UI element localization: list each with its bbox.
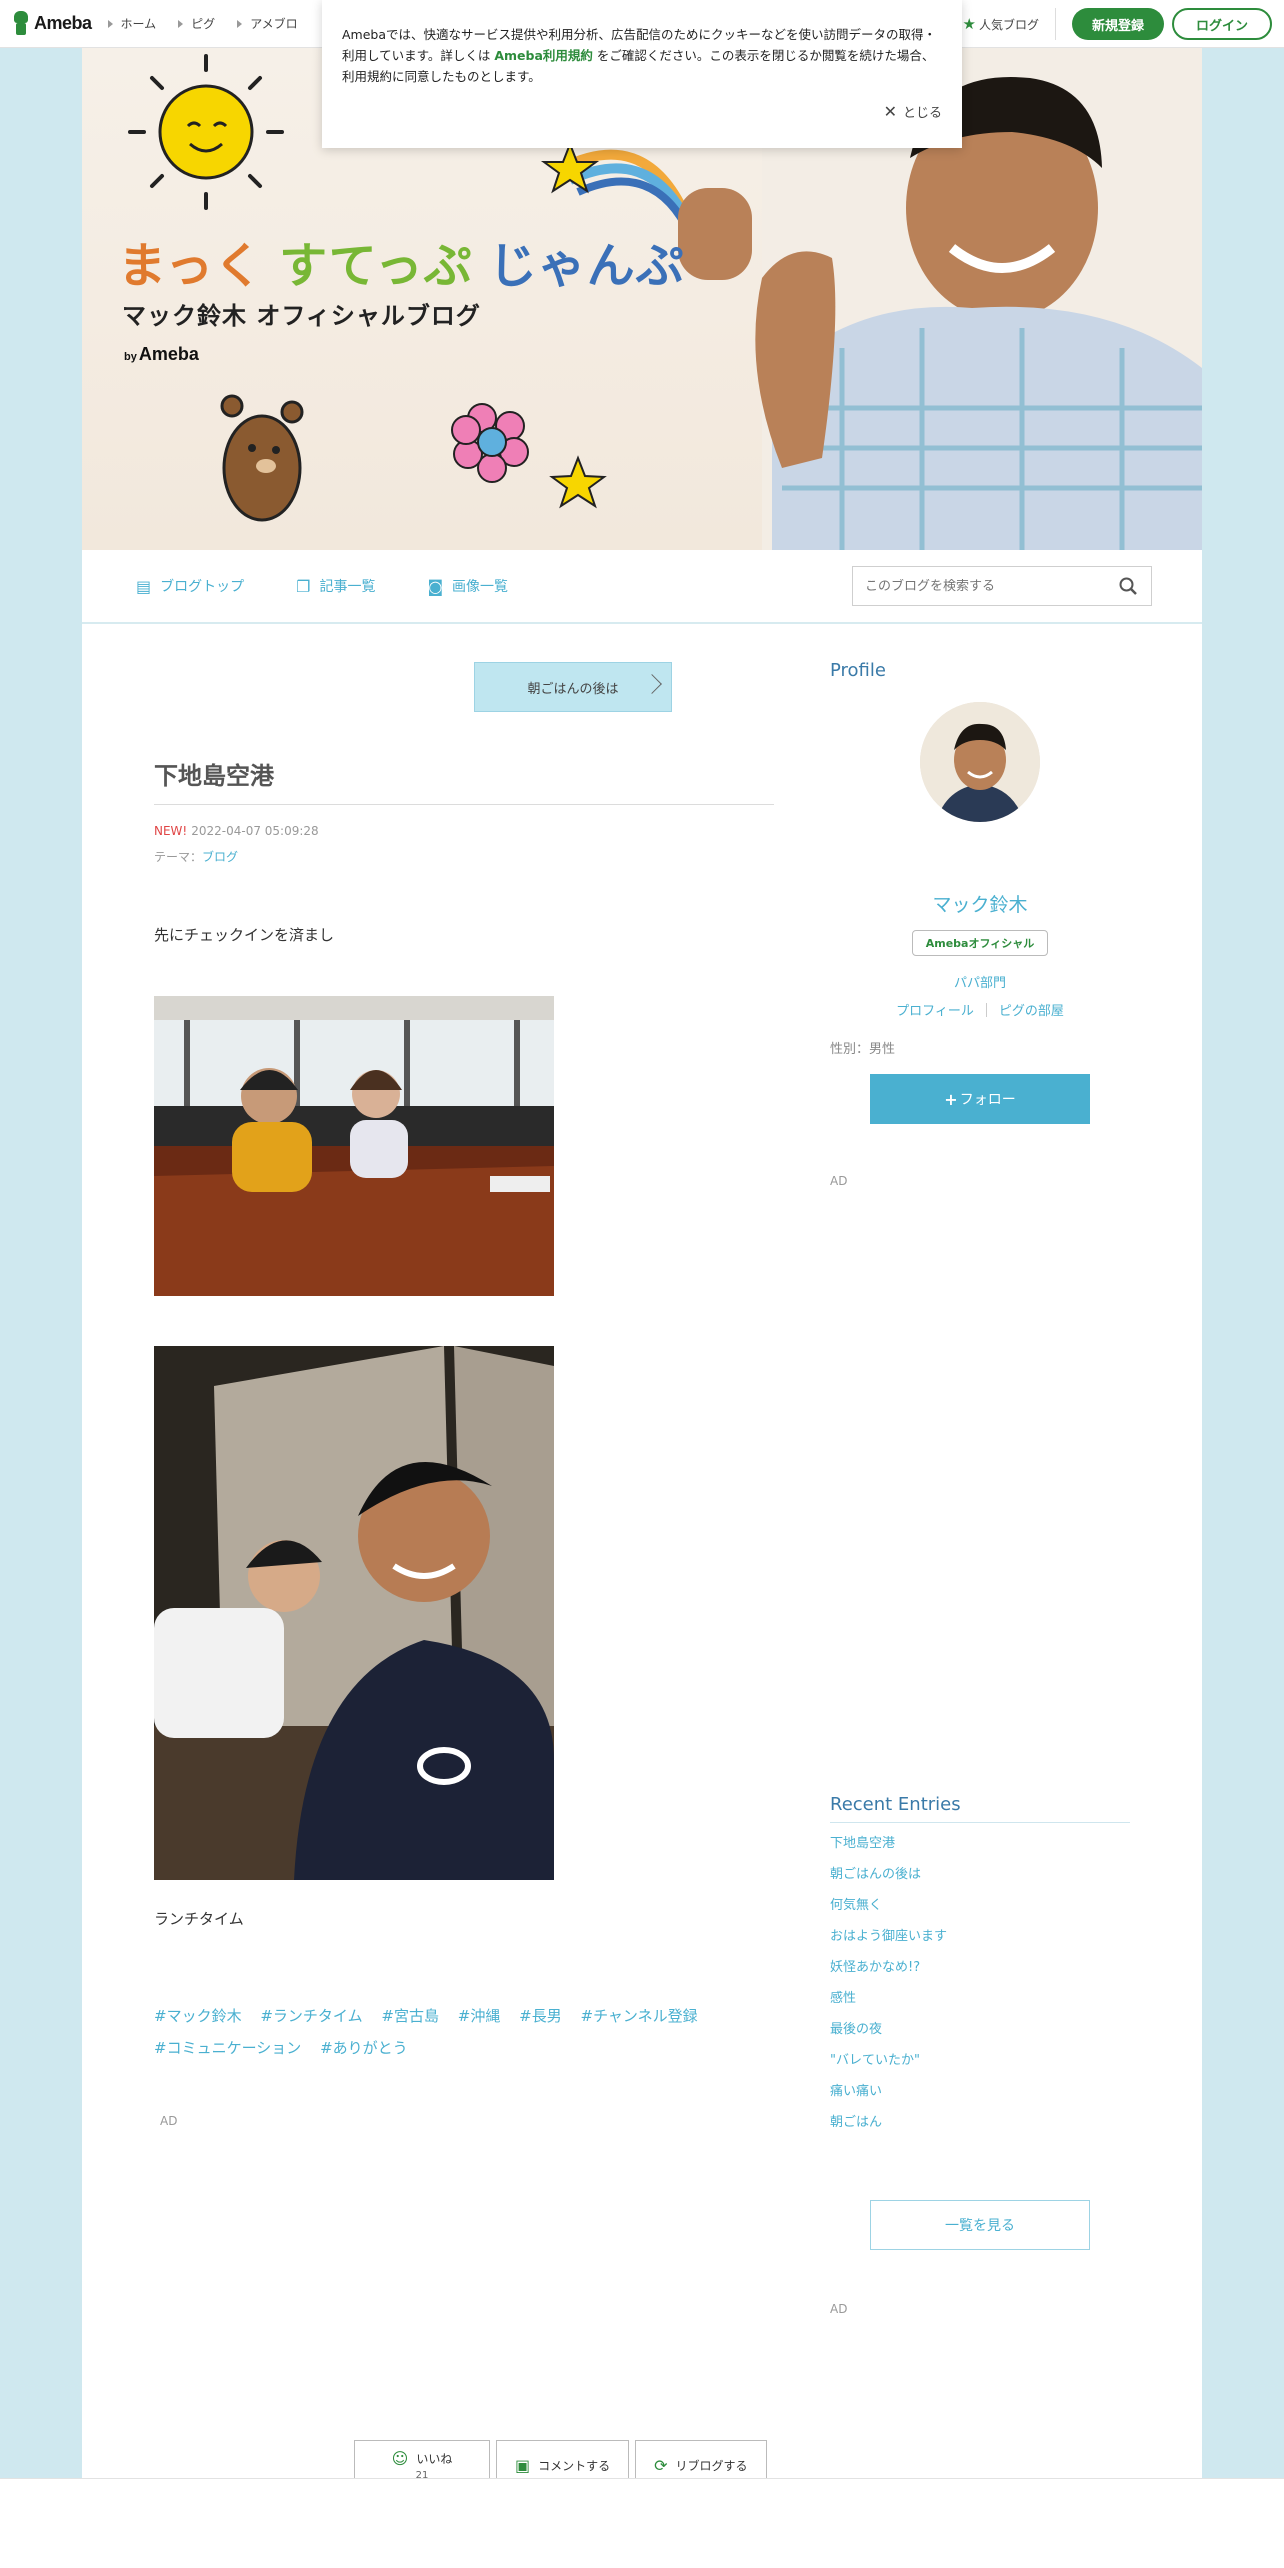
profile-avatar[interactable] [920, 702, 1040, 822]
recent-entries-list: 下地島空港 朝ごはんの後は 何気無く おはよう御座います 妖怪あかなめ!? 感性… [830, 1828, 1130, 2138]
ameba-logo-text: Ameba [34, 13, 92, 33]
recent-entry-link[interactable]: 妖怪あかなめ!? [830, 1952, 1130, 1983]
entry-list-link[interactable]: ❐ 記事一覧 [296, 576, 375, 596]
recent-entry-link[interactable]: おはよう御座います [830, 1921, 1130, 1952]
blog-top-link[interactable]: ▤ ブログトップ [136, 576, 244, 596]
banner-subtitle: マック鈴木 オフィシャルブログ [122, 302, 481, 330]
hashtag-link[interactable]: #チャンネル登録 [581, 2007, 698, 2025]
login-button[interactable]: ログイン [1171, 8, 1272, 40]
hashtag-link[interactable]: #ありがとう [320, 2039, 408, 2057]
small-star-icon [549, 455, 607, 509]
close-icon: ✕ [883, 102, 897, 121]
recent-entry-link[interactable]: 感性 [830, 1983, 1130, 2014]
theme-link[interactable]: ブログ [202, 850, 238, 864]
blog-search-input[interactable] [865, 578, 1105, 594]
article-theme: テーマ：ブログ [154, 850, 239, 864]
hashtag-list: #マック鈴木 #ランチタイム #宮古島 #沖縄 #長男 #チャンネル登録 #コミ… [154, 2000, 784, 2064]
recent-entry-link[interactable]: "バレていたか" [830, 2045, 1130, 2076]
shooting-star-icon [540, 141, 694, 236]
article-date: 2022-04-07 05:09:28 [191, 824, 319, 838]
blog-nav: ▤ ブログトップ ❐ 記事一覧 ◙ 画像一覧 [82, 550, 1202, 624]
copy-icon: ❐ [296, 576, 311, 596]
article-title[interactable]: 下地島空港 [154, 756, 274, 791]
banner-by-ameba: by Ameba [124, 344, 199, 364]
blog-search [852, 566, 1152, 606]
comment-icon: ▣ [515, 2455, 531, 2475]
global-nav-pigg[interactable]: ピグ [178, 15, 215, 32]
recent-entry-link[interactable]: 下地島空港 [830, 1828, 1130, 1859]
pigg-room-link[interactable]: ピグの部屋 [999, 1000, 1064, 1019]
banner-title: まっく すてっぷ じゃんぷ [118, 238, 685, 294]
recent-entry-link[interactable]: 朝ごはんの後は [830, 1859, 1130, 1890]
blog-container: まっく すてっぷ じゃんぷ マック鈴木 オフィシャルブログ by Ameba ▤ ブログ… [82, 48, 1202, 2490]
ad-label: AD [160, 2114, 178, 2128]
hashtag-link[interactable]: #コミュニケーション [154, 2039, 301, 2057]
profile-heading: Profile [830, 660, 886, 681]
cookie-close-button[interactable]: ✕ とじる [884, 102, 942, 121]
bear-icon [220, 394, 304, 522]
profile-category-link[interactable]: パパ部門 [830, 972, 1130, 991]
hashtag-link[interactable]: #沖縄 [458, 2007, 501, 2025]
smile-icon: ☺ [391, 2449, 409, 2468]
reblog-icon: ⟳ [654, 2455, 668, 2475]
photo-father-and-son [154, 1346, 554, 1880]
divider [985, 1003, 987, 1017]
profile-gender: 性別：男性 [830, 1042, 896, 1057]
ad-label: AD [830, 2302, 848, 2316]
recent-entry-link[interactable]: 痛い痛い [830, 2076, 1130, 2107]
article-text-1: 先にチェックインを済まし [154, 926, 335, 944]
cookie-message: Amebaでは、快適なサービス提供や利用分析、広告配信のためにクッキーなどを使い… [342, 27, 937, 84]
recent-entry-link[interactable]: 朝ごはん [830, 2107, 1130, 2138]
document-icon: ▤ [136, 576, 152, 596]
image-list-link[interactable]: ◙ 画像一覧 [427, 576, 508, 596]
article-photo-1[interactable] [154, 996, 554, 1296]
popular-blog-link[interactable]: ★ 人気ブログ [963, 8, 1056, 40]
ad-label: AD [830, 1174, 848, 1188]
global-nav-home[interactable]: ホーム [107, 15, 156, 32]
hashtag-link[interactable]: #長男 [519, 2007, 562, 2025]
official-badge: Amebaオフィシャル [912, 930, 1048, 956]
previous-entry-button[interactable]: 朝ごはんの後は [474, 662, 672, 712]
terms-link[interactable]: Ameba利用規約 [494, 48, 593, 63]
view-all-button[interactable]: 一覧を見る [870, 2200, 1090, 2250]
hashtag-link[interactable]: #宮古島 [381, 2007, 439, 2025]
camera-icon: ◙ [427, 576, 443, 596]
search-icon[interactable] [1119, 577, 1137, 595]
global-nav: ホーム ピグ アメブロ [107, 15, 320, 32]
plus-icon: + [944, 1089, 958, 1109]
ameba-logo[interactable]: Ameba [12, 0, 92, 48]
global-nav-ameblo[interactable]: アメブロ [237, 15, 298, 32]
hashtag-link[interactable]: #マック鈴木 [154, 2007, 242, 2025]
flower-icon [451, 403, 529, 483]
article-text-2: ランチタイム [154, 1910, 244, 1928]
heading-divider [830, 1822, 1130, 1823]
ameba-logo-icon [12, 10, 30, 37]
title-divider [154, 804, 774, 805]
recent-entries-heading: Recent Entries [830, 1794, 961, 1815]
hashtag-link[interactable]: #ランチタイム [260, 2007, 362, 2025]
profile-links: プロフィール ピグの部屋 [830, 1000, 1130, 1019]
new-badge: NEW! [154, 824, 188, 838]
article-photo-2[interactable] [154, 1346, 554, 1880]
profile-link[interactable]: プロフィール [896, 1000, 974, 1019]
cookie-consent-dialog: Amebaでは、快適なサービス提供や利用分析、広告配信のためにクッキーなどを使い… [322, 0, 962, 148]
avatar-photo [920, 702, 1040, 822]
chevron-right-icon [642, 674, 662, 694]
chevron-right-icon [107, 19, 113, 28]
article-meta: NEW! 2022-04-07 05:09:28 [154, 824, 319, 838]
chevron-right-icon [237, 19, 243, 28]
recent-entry-link[interactable]: 何気無く [830, 1890, 1130, 1921]
photo-children-at-table [154, 996, 554, 1296]
sun-icon [128, 54, 284, 210]
bottom-bar [0, 2478, 1284, 2568]
follow-button[interactable]: + フォロー [870, 1074, 1090, 1124]
chevron-right-icon [178, 19, 184, 28]
star-icon: ★ [962, 15, 976, 33]
profile-name[interactable]: マック鈴木 [830, 890, 1130, 917]
recent-entry-link[interactable]: 最後の夜 [830, 2014, 1130, 2045]
register-button[interactable]: 新規登録 [1071, 8, 1164, 40]
